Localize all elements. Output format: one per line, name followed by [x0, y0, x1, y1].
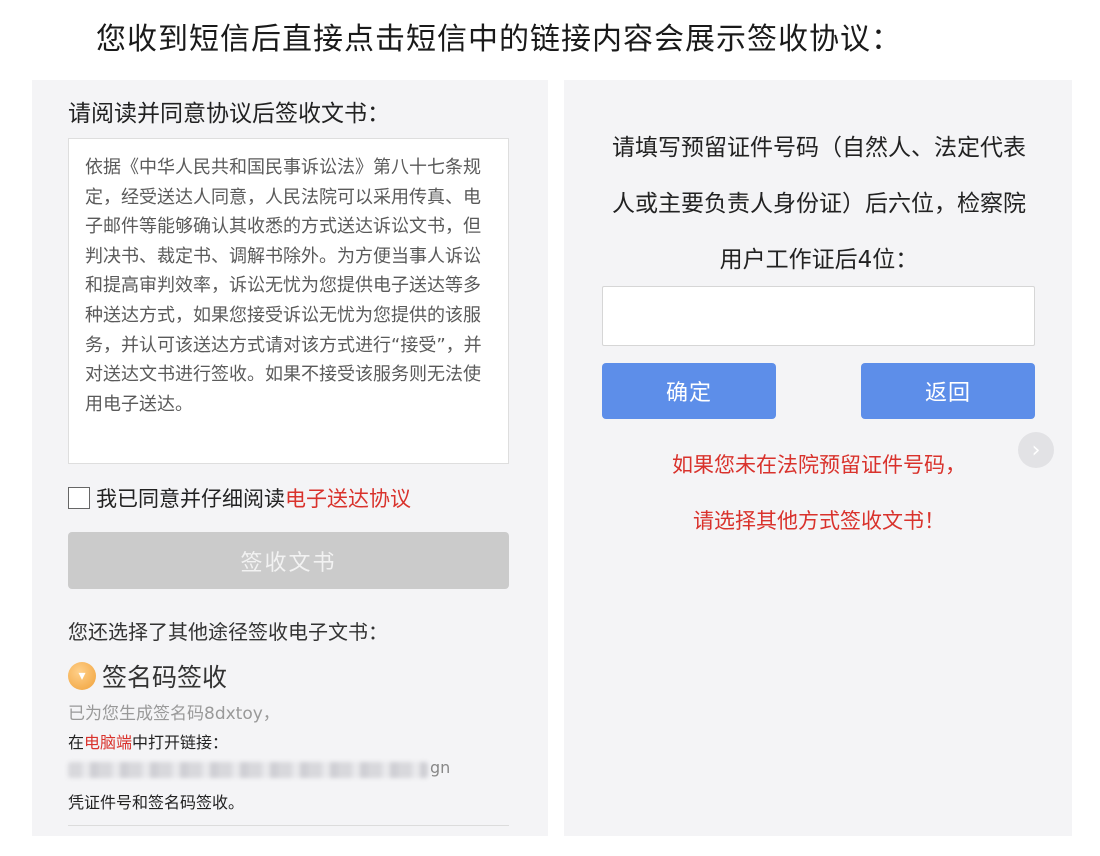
blurred-sign-link[interactable]: gn: [68, 758, 468, 784]
back-button[interactable]: 返回: [861, 363, 1035, 419]
open-prefix: 在: [68, 733, 85, 752]
signature-code-line: 已为您生成签名码8dxtoy，: [68, 704, 280, 724]
id-verification-panel: 请填写预留证件号码（自然人、法定代表人或主要负责人身份证）后六位，检察院用户工作…: [564, 80, 1072, 836]
open-link-instruction: 在电脑端中打开链接：: [68, 729, 228, 753]
id-instruction: 请填写预留证件号码（自然人、法定代表人或主要负责人身份证）后六位，检察院用户工作…: [612, 135, 1026, 273]
pc-highlight: 电脑端: [84, 733, 133, 752]
confirm-button[interactable]: 确定: [602, 363, 776, 419]
sign-document-button[interactable]: 签收文书: [68, 532, 509, 589]
warning-line-2: 请选择其他方式签收文书！: [693, 509, 945, 533]
page-caption: 您收到短信后直接点击短信中的链接内容会展示签收协议：: [96, 22, 902, 57]
sign-agreement-panel: 请阅读并同意协议后签收文书： 依据《中华人民共和国民事诉讼法》第八十七条规定，经…: [32, 80, 548, 836]
coin-icon: ▾: [68, 662, 96, 690]
bottom-divider: [68, 825, 509, 826]
warning-line-1: 如果您未在法院预留证件号码，: [672, 453, 966, 477]
signature-code-title: 签名码签收: [102, 663, 228, 692]
agree-checkbox[interactable]: [68, 487, 90, 509]
open-suffix: 中打开链接：: [132, 733, 229, 752]
chevron-right-icon[interactable]: ›: [1018, 432, 1054, 468]
id-number-input[interactable]: [602, 286, 1035, 346]
agreement-heading: 请阅读并同意协议后签收文书：: [68, 101, 390, 127]
blurred-link-mask: [68, 762, 428, 778]
signature-code-method[interactable]: ▾ 签名码签收: [68, 658, 227, 694]
link-tail-text: gn: [430, 758, 451, 777]
other-methods-title: 您还选择了其他途径签收电子文书：: [68, 620, 388, 644]
verify-instruction: 凭证件号和签名码签收。: [68, 793, 245, 812]
agreement-text-box[interactable]: 依据《中华人民共和国民事诉讼法》第八十七条规定，经受送达人同意，人民法院可以采用…: [68, 138, 509, 464]
agree-label: 我已同意并仔细阅读: [96, 487, 285, 511]
e-delivery-agreement-link[interactable]: 电子送达协议: [285, 483, 411, 513]
agree-row: 我已同意并仔细阅读 电子送达协议: [68, 483, 411, 513]
